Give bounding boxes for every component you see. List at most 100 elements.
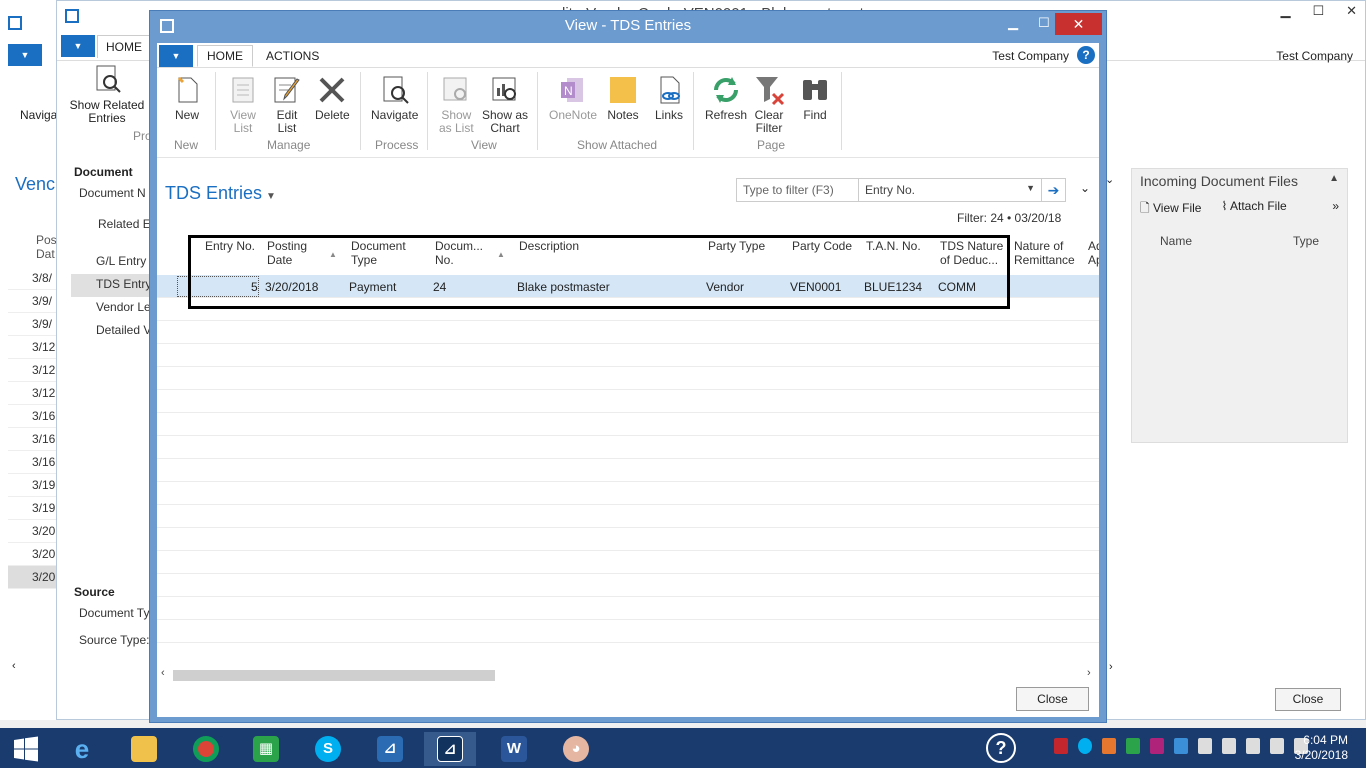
taskbar-store[interactable]: ▦: [240, 732, 292, 766]
cell-entry-no[interactable]: 5: [251, 280, 258, 294]
bg-scroll-right-arrow[interactable]: ›: [1109, 661, 1113, 673]
column-header-nature-of-remittance[interactable]: Nature of Remittance: [1014, 239, 1075, 267]
nav-menu-button-bg[interactable]: ▼: [61, 35, 95, 57]
navigate-button[interactable]: Navigate: [371, 74, 418, 122]
arrow-right-icon[interactable]: ➔: [1041, 179, 1065, 201]
close-icon[interactable]: ✕: [1055, 13, 1102, 35]
date-row[interactable]: 3/9/: [8, 313, 56, 336]
edit-list-button[interactable]: Edit List: [271, 74, 303, 135]
close-button[interactable]: Close: [1016, 687, 1089, 711]
refresh-button[interactable]: Refresh: [705, 74, 747, 122]
column-header-document-no[interactable]: Docum... No.: [435, 239, 483, 267]
background-close-button[interactable]: Close: [1275, 688, 1341, 711]
check-tray-icon[interactable]: [1126, 738, 1140, 754]
pdf-tray-icon[interactable]: [1054, 738, 1068, 754]
taskbar-chrome[interactable]: [180, 732, 232, 766]
column-header-tan-no[interactable]: T.A.N. No.: [866, 239, 921, 253]
date-row[interactable]: 3/8/: [8, 267, 56, 290]
column-header-party-type[interactable]: Party Type: [708, 239, 765, 253]
scroll-left-icon[interactable]: ‹: [161, 667, 165, 679]
show-as-list-button[interactable]: Show as List: [439, 74, 474, 135]
column-header-entry-no[interactable]: Entry No.: [205, 239, 255, 253]
tab-actions[interactable]: ACTIONS: [257, 46, 328, 66]
skype-tray-icon[interactable]: [1078, 738, 1092, 754]
minimize-icon[interactable]: ▁: [1008, 15, 1018, 31]
taskbar-word[interactable]: W: [488, 732, 540, 766]
cell-tan-no[interactable]: BLUE1234: [864, 280, 922, 294]
column-header-posting-date[interactable]: Posting Date: [267, 239, 307, 267]
page-title[interactable]: TDS Entries ▼: [165, 183, 276, 204]
date-row[interactable]: 3/12: [8, 336, 56, 359]
date-row[interactable]: 3/19: [8, 497, 56, 520]
date-row[interactable]: 3/20: [8, 566, 56, 589]
cell-document-type[interactable]: Payment: [349, 280, 396, 294]
notes-button[interactable]: Notes: [607, 74, 639, 122]
navigate-label-far[interactable]: Naviga: [20, 108, 57, 122]
nav-menu-button[interactable]: ▼: [159, 45, 193, 67]
maximize-icon[interactable]: ☐: [1038, 15, 1050, 31]
scroll-left-arrow-far[interactable]: ‹: [12, 660, 16, 672]
date-row[interactable]: 3/20: [8, 520, 56, 543]
help-circle-icon[interactable]: ?: [986, 733, 1016, 763]
taskbar-paint[interactable]: ◕: [550, 732, 602, 766]
minimize-icon[interactable]: ▁: [1280, 3, 1290, 19]
date-row[interactable]: 3/20: [8, 543, 56, 566]
cell-description[interactable]: Blake postmaster: [517, 280, 610, 294]
show-as-chart-button[interactable]: Show as Chart: [482, 74, 528, 135]
view-file-button[interactable]: 🗋 View File: [1140, 199, 1201, 220]
cell-party-code[interactable]: VEN0001: [790, 280, 841, 294]
column-header-document-type[interactable]: Document Type: [351, 239, 406, 267]
taskbar-clock[interactable]: 6:04 PM 3/20/2018: [1295, 733, 1348, 763]
factbox-col-name[interactable]: Name: [1160, 234, 1192, 248]
battery-tray-icon[interactable]: [1198, 738, 1212, 754]
new-button[interactable]: New: [171, 74, 203, 122]
factbox-col-type[interactable]: Type: [1293, 234, 1319, 248]
close-icon[interactable]: ✕: [1346, 3, 1357, 19]
clear-filter-button[interactable]: Clear Filter: [753, 74, 785, 135]
taskbar-dynamics-nav-active[interactable]: ⊿: [424, 732, 476, 766]
column-header-party-code[interactable]: Party Code: [792, 239, 852, 253]
scrollbar-thumb[interactable]: [173, 670, 495, 681]
volume-tray-icon[interactable]: [1222, 738, 1236, 754]
date-row[interactable]: 3/12: [8, 359, 56, 382]
office-tray-icon[interactable]: [1102, 738, 1116, 754]
maximize-icon[interactable]: ☐: [1312, 3, 1324, 19]
horizontal-scrollbar[interactable]: ‹ ›: [157, 667, 1099, 683]
signal-tray-icon[interactable]: [1270, 738, 1284, 754]
taskbar-file-explorer[interactable]: [118, 732, 170, 766]
help-icon[interactable]: ?: [1077, 46, 1095, 64]
date-row[interactable]: 3/16: [8, 451, 56, 474]
onenote-tray-icon[interactable]: [1150, 738, 1164, 754]
column-header-tds-nature[interactable]: TDS Nature of Deduc...: [940, 239, 1003, 267]
taskbar-skype[interactable]: S: [302, 732, 354, 766]
tab-home-bg[interactable]: HOME: [97, 35, 151, 58]
show-related-entries-button[interactable]: Show Related Entries: [67, 63, 147, 125]
date-row[interactable]: 3/9/: [8, 290, 56, 313]
scroll-right-icon[interactable]: ›: [1087, 667, 1091, 679]
table-row[interactable]: 5 3/20/2018 Payment 24 Blake postmaster …: [157, 275, 1099, 298]
start-button[interactable]: [0, 732, 52, 766]
attach-file-button[interactable]: ⌇ Attach File: [1221, 199, 1286, 220]
taskbar-dynamics-nav[interactable]: ⊿: [364, 732, 416, 766]
filter-input[interactable]: Type to filter (F3): [737, 179, 859, 201]
delete-button[interactable]: Delete: [315, 74, 350, 122]
cell-posting-date[interactable]: 3/20/2018: [265, 280, 318, 294]
date-row[interactable]: 3/16: [8, 428, 56, 451]
find-button[interactable]: Find: [799, 74, 831, 122]
view-list-button[interactable]: View List: [227, 74, 259, 135]
cloud-tray-icon[interactable]: [1174, 738, 1188, 754]
collapse-up-icon[interactable]: ▲: [1329, 173, 1339, 189]
related-item-detailed-vendor[interactable]: Detailed V: [71, 320, 161, 343]
related-item-tds-entry[interactable]: TDS Entry: [71, 274, 161, 297]
related-item-gl-entry[interactable]: G/L Entry: [71, 251, 161, 274]
date-row[interactable]: 3/16: [8, 405, 56, 428]
taskbar-internet-explorer[interactable]: e: [56, 732, 108, 766]
tab-home[interactable]: HOME: [197, 45, 253, 67]
column-header-description[interactable]: Description: [519, 239, 579, 253]
collapse-filter-icon[interactable]: ⌄: [1080, 181, 1090, 195]
more-actions-icon[interactable]: »: [1332, 199, 1339, 220]
filter-field-select[interactable]: Entry No. ▼: [859, 179, 1041, 201]
column-header-additional[interactable]: AdditAp: [1088, 239, 1099, 267]
related-item-vendor-ledger[interactable]: Vendor Le: [71, 297, 161, 320]
cell-document-no[interactable]: 24: [433, 280, 446, 294]
